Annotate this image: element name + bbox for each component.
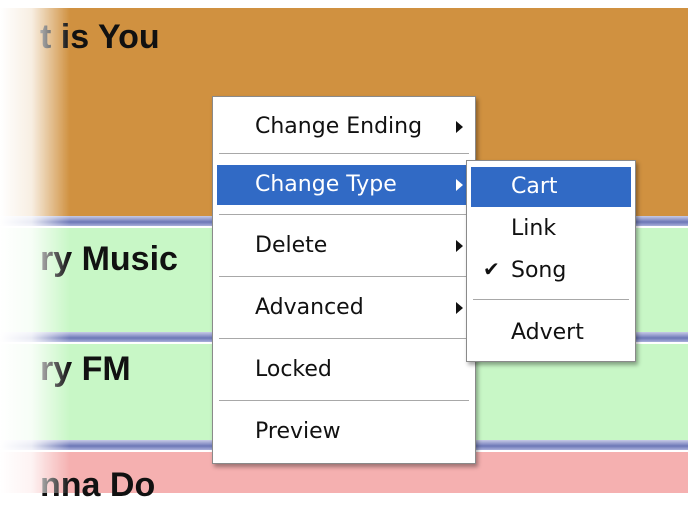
- submenu-item-label: Link: [511, 216, 557, 241]
- menu-item-label: Locked: [255, 357, 332, 382]
- menu-item-advanced[interactable]: Advanced: [217, 288, 471, 328]
- submenu-item-link[interactable]: Link: [471, 209, 631, 249]
- menu-separator: [473, 299, 629, 301]
- submenu-item-advert[interactable]: Advert: [471, 313, 631, 353]
- menu-separator: [219, 338, 469, 340]
- submenu-item-label: Advert: [511, 320, 584, 345]
- context-menu: Change Ending Change Type Delete Advance…: [212, 96, 476, 464]
- submenu-arrow-icon: [456, 121, 463, 133]
- menu-item-label: Change Ending: [255, 114, 423, 139]
- change-type-submenu: Cart Link ✔ Song Advert: [466, 160, 636, 362]
- track-title: ry FM: [40, 350, 131, 388]
- menu-item-locked[interactable]: Locked: [217, 350, 471, 390]
- submenu-arrow-icon: [456, 179, 463, 191]
- menu-item-label: Preview: [255, 419, 341, 444]
- submenu-item-label: Song: [511, 258, 567, 283]
- track-title: t is You: [40, 18, 160, 56]
- menu-item-preview[interactable]: Preview: [217, 412, 471, 452]
- menu-separator: [219, 400, 469, 402]
- menu-item-label: Delete: [255, 233, 328, 258]
- menu-item-label: Change Type: [255, 172, 397, 197]
- menu-item-delete[interactable]: Delete: [217, 226, 471, 266]
- submenu-item-cart[interactable]: Cart: [471, 167, 631, 207]
- menu-separator: [219, 276, 469, 278]
- menu-item-change-ending[interactable]: Change Ending: [217, 107, 471, 147]
- menu-separator: [219, 214, 469, 216]
- submenu-item-label: Cart: [511, 174, 558, 199]
- menu-separator: [219, 153, 469, 155]
- submenu-item-song[interactable]: ✔ Song: [471, 251, 631, 291]
- track-title: ry Music: [40, 240, 178, 278]
- menu-item-label: Advanced: [255, 295, 364, 320]
- submenu-arrow-icon: [456, 240, 463, 252]
- menu-item-change-type[interactable]: Change Type: [217, 165, 471, 205]
- submenu-arrow-icon: [456, 302, 463, 314]
- checkmark-icon: ✔: [483, 257, 500, 281]
- track-title: nna Do: [40, 466, 156, 504]
